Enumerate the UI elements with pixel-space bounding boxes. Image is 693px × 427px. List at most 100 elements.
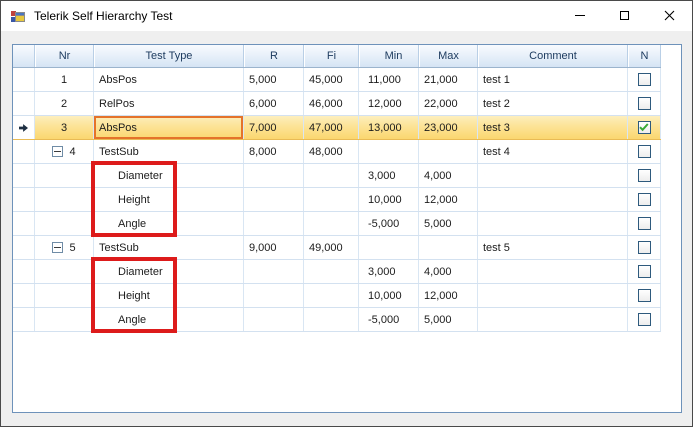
cell-max[interactable]: 5,000	[419, 308, 478, 331]
row-checkbox[interactable]	[638, 169, 651, 182]
cell-fi[interactable]	[304, 164, 359, 187]
column-header-fi[interactable]: Fi	[304, 45, 359, 67]
cell-fi[interactable]	[304, 212, 359, 235]
cell-indicator[interactable]	[13, 188, 35, 211]
cell-n[interactable]	[628, 260, 661, 283]
cell-max[interactable]: 12,000	[419, 188, 478, 211]
cell-max[interactable]: 12,000	[419, 284, 478, 307]
cell-comment[interactable]	[478, 260, 628, 283]
cell-test_type[interactable]: Height	[94, 188, 244, 211]
cell-min[interactable]: -5,000	[359, 212, 419, 235]
minimize-button[interactable]	[557, 1, 602, 30]
column-header-r[interactable]: R	[244, 45, 304, 67]
cell-comment[interactable]: test 5	[478, 236, 628, 259]
cell-indicator[interactable]	[13, 92, 35, 115]
row-checkbox[interactable]	[638, 97, 651, 110]
cell-test_type[interactable]: Diameter	[94, 164, 244, 187]
cell-r[interactable]	[244, 212, 304, 235]
cell-r[interactable]: 8,000	[244, 140, 304, 163]
cell-nr[interactable]	[35, 284, 94, 307]
cell-test_type[interactable]: RelPos	[94, 92, 244, 115]
table-subrow[interactable]: Angle -5,0005,000	[13, 308, 661, 332]
cell-test_type[interactable]: Angle	[94, 308, 244, 331]
cell-min[interactable]: 11,000	[359, 68, 419, 91]
cell-max[interactable]: 4,000	[419, 260, 478, 283]
cell-min[interactable]: 12,000	[359, 92, 419, 115]
cell-r[interactable]: 5,000	[244, 68, 304, 91]
column-header-max[interactable]: Max	[419, 45, 478, 67]
cell-n[interactable]	[628, 188, 661, 211]
column-header-test_type[interactable]: Test Type	[94, 45, 244, 67]
cell-max[interactable]	[419, 236, 478, 259]
cell-nr[interactable]: 2	[35, 92, 94, 115]
cell-nr[interactable]	[35, 260, 94, 283]
cell-r[interactable]	[244, 164, 304, 187]
cell-max[interactable]: 23,000	[419, 116, 478, 139]
table-subrow[interactable]: Diameter 3,0004,000	[13, 260, 661, 284]
table-row[interactable]: 2RelPos6,00046,00012,00022,000test 2	[13, 92, 661, 116]
cell-r[interactable]	[244, 284, 304, 307]
row-checkbox[interactable]	[638, 121, 651, 134]
column-header-comment[interactable]: Comment	[478, 45, 628, 67]
cell-indicator[interactable]	[13, 212, 35, 235]
row-checkbox[interactable]	[638, 145, 651, 158]
row-checkbox[interactable]	[638, 241, 651, 254]
cell-r[interactable]	[244, 308, 304, 331]
cell-min[interactable]: -5,000	[359, 308, 419, 331]
cell-r[interactable]: 7,000	[244, 116, 304, 139]
cell-n[interactable]	[628, 284, 661, 307]
cell-test_type[interactable]: Angle	[94, 212, 244, 235]
cell-n[interactable]	[628, 164, 661, 187]
cell-max[interactable]	[419, 140, 478, 163]
row-checkbox[interactable]	[638, 265, 651, 278]
cell-indicator[interactable]	[13, 164, 35, 187]
cell-nr[interactable]	[35, 164, 94, 187]
cell-r[interactable]: 9,000	[244, 236, 304, 259]
row-checkbox[interactable]	[638, 217, 651, 230]
collapse-icon[interactable]	[52, 146, 63, 157]
cell-comment[interactable]	[478, 212, 628, 235]
maximize-button[interactable]	[602, 1, 647, 30]
cell-min[interactable]: 3,000	[359, 164, 419, 187]
table-row[interactable]: 5TestSub9,00049,000test 5	[13, 236, 661, 260]
cell-test_type[interactable]: Height	[94, 284, 244, 307]
column-header-indicator[interactable]	[13, 45, 35, 67]
cell-fi[interactable]: 49,000	[304, 236, 359, 259]
cell-indicator[interactable]	[13, 260, 35, 283]
row-checkbox[interactable]	[638, 193, 651, 206]
table-subrow[interactable]: Height10,00012,000	[13, 188, 661, 212]
table-row[interactable]: 3AbsPos7,00047,00013,00023,000test 3	[13, 116, 661, 140]
cell-fi[interactable]	[304, 260, 359, 283]
cell-fi[interactable]	[304, 188, 359, 211]
cell-nr[interactable]: 3	[35, 116, 94, 139]
cell-min[interactable]: 3,000	[359, 260, 419, 283]
cell-nr[interactable]: 1	[35, 68, 94, 91]
cell-indicator[interactable]	[13, 236, 35, 259]
cell-indicator[interactable]	[13, 140, 35, 163]
cell-min[interactable]: 10,000	[359, 284, 419, 307]
cell-fi[interactable]: 46,000	[304, 92, 359, 115]
cell-n[interactable]	[628, 116, 661, 139]
cell-comment[interactable]: test 2	[478, 92, 628, 115]
cell-n[interactable]	[628, 308, 661, 331]
cell-fi[interactable]	[304, 284, 359, 307]
table-row[interactable]: 1AbsPos5,00045,00011,00021,000test 1	[13, 68, 661, 92]
cell-fi[interactable]	[304, 308, 359, 331]
cell-indicator[interactable]	[13, 308, 35, 331]
cell-n[interactable]	[628, 212, 661, 235]
column-header-n[interactable]: N	[628, 45, 661, 67]
cell-max[interactable]: 22,000	[419, 92, 478, 115]
cell-test_type[interactable]: Diameter	[94, 260, 244, 283]
cell-nr[interactable]	[35, 308, 94, 331]
cell-comment[interactable]	[478, 308, 628, 331]
cell-test_type[interactable]: TestSub	[94, 140, 244, 163]
column-header-nr[interactable]: Nr	[35, 45, 94, 67]
table-subrow[interactable]: Height 10,00012,000	[13, 284, 661, 308]
cell-fi[interactable]: 45,000	[304, 68, 359, 91]
cell-min[interactable]	[359, 140, 419, 163]
cell-test_type[interactable]: AbsPos	[94, 68, 244, 91]
table-subrow[interactable]: Angle-5,0005,000	[13, 212, 661, 236]
cell-nr[interactable]: 5	[35, 236, 94, 259]
cell-comment[interactable]: test 4	[478, 140, 628, 163]
cell-r[interactable]	[244, 260, 304, 283]
